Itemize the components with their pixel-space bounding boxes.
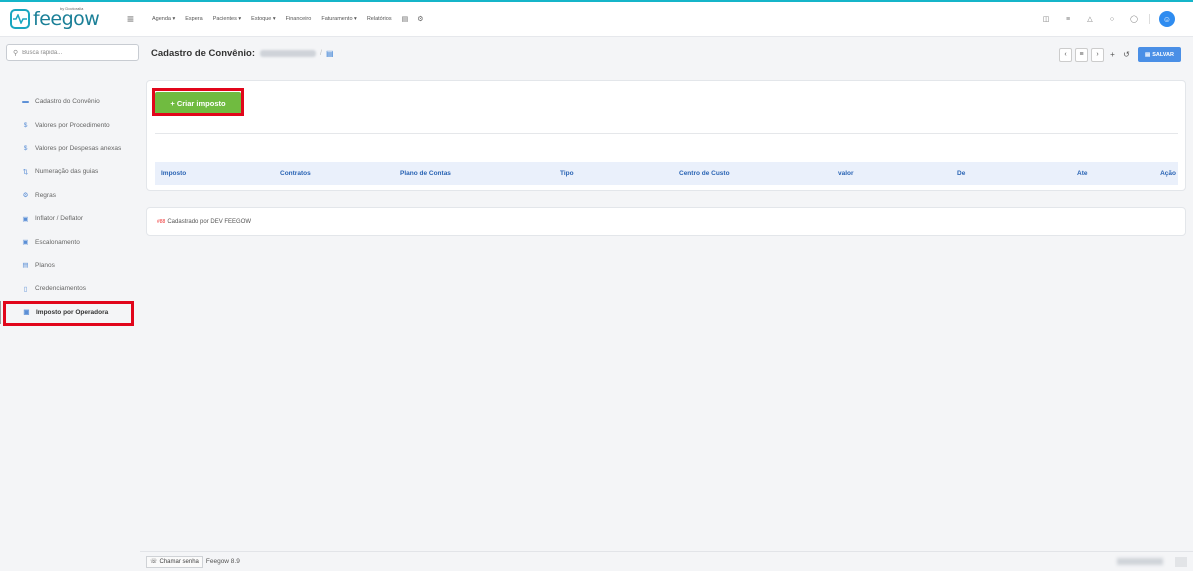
sidebar-item-cadastro-convenio[interactable]: ▬ Cadastro do Convênio — [0, 90, 140, 113]
bell-icon[interactable]: △ — [1081, 11, 1099, 27]
list-alt-icon: ▤ — [22, 262, 29, 270]
user-badge: #88 — [157, 218, 166, 225]
tax-table-header: Imposto Contratos Plano de Contas Tipo C… — [155, 162, 1178, 185]
main-nav: Agenda ▾ Espera Pacientes ▾ Estoque ▾ Fi… — [152, 15, 432, 23]
nav-faturamento[interactable]: Faturamento ▾ — [321, 16, 356, 22]
list-icon[interactable]: ≡ — [1075, 47, 1088, 62]
pulse-icon — [10, 9, 30, 29]
version-label: Feegow 8.9 — [205, 558, 240, 565]
sidebar-item-regras[interactable]: ⚙ Regras — [0, 184, 140, 207]
dollar-icon: $ — [23, 121, 28, 129]
page-header: Cadastro de Convênio: / ▤ — [151, 48, 334, 59]
column-header: Plano de Contas — [400, 170, 451, 177]
record-toolbar: ‹ ≡ › + ↺ ▤ SALVAR — [1056, 47, 1181, 62]
redacted-status — [1117, 558, 1163, 565]
column-header: De — [957, 170, 966, 177]
save-icon: ▤ — [1145, 51, 1151, 58]
sidebar-item-label: Credenciamentos — [35, 285, 86, 293]
status-bar: ☏ Chamar senha Feegow 8.9 — [140, 551, 1193, 571]
column-header: valor — [838, 170, 854, 177]
logo[interactable]: feegow by Doctoralia — [10, 6, 120, 30]
page-title: Cadastro de Convênio: — [151, 48, 255, 59]
card-icon: ▬ — [22, 98, 29, 106]
quick-search[interactable]: ⚲ — [6, 44, 139, 61]
column-header: Ação — [1160, 170, 1176, 177]
cogs-icon: ⚙ — [22, 192, 29, 200]
file-icon: ▯ — [23, 285, 28, 293]
nav-pacientes[interactable]: Pacientes ▾ — [213, 16, 241, 22]
audit-info: #88 Cadastrado por DEV FEEGOW — [146, 207, 1186, 236]
sidebar-item-label: Valores por Despesas anexas — [35, 144, 122, 152]
sidebar: ▬ Cadastro do Convênio $ Valores por Pro… — [0, 90, 140, 324]
dollar-icon: $ — [23, 144, 28, 152]
sidebar-item-label: Planos — [35, 261, 55, 269]
menu-icon[interactable]: ≡ — [127, 12, 147, 26]
tax-panel: + Criar imposto Imposto Contratos Plano … — [146, 80, 1186, 191]
calculator-icon[interactable]: ▤ — [402, 15, 409, 23]
sidebar-item-label: Escalonamento — [35, 238, 80, 246]
column-header: Imposto — [161, 170, 187, 177]
nav-estoque[interactable]: Estoque ▾ — [251, 16, 275, 22]
column-header: Tipo — [560, 170, 574, 177]
logo-byline: by Doctoralia — [60, 6, 84, 11]
sidebar-item-planos[interactable]: ▤ Planos — [0, 254, 140, 277]
sort-numeric-icon: ⇅ — [22, 168, 29, 176]
settings-icon[interactable]: ⚙ — [417, 15, 423, 23]
card-icon: ▤ — [325, 49, 334, 58]
sidebar-item-label: Regras — [35, 191, 56, 199]
sidebar-item-escalonamento[interactable]: ▣ Escalonamento — [0, 230, 140, 253]
sidebar-item-numeracao-guias[interactable]: ⇅ Numeração das guias — [0, 160, 140, 183]
header-actions: ◫ ≡ △ ○ ◯ ☺ — [1033, 11, 1175, 27]
sidebar-item-inflator-deflator[interactable]: ▣ Inflator / Deflator — [0, 207, 140, 230]
headset-icon: ☏ — [150, 559, 158, 565]
sidebar-item-valores-procedimento[interactable]: $ Valores por Procedimento — [0, 113, 140, 136]
sidebar-item-label: Valores por Procedimento — [35, 121, 110, 129]
sidebar-item-label: Cadastro do Convênio — [35, 98, 100, 106]
help-icon[interactable]: ◯ — [1125, 11, 1143, 27]
column-header: Contratos — [280, 170, 311, 177]
chat-icon[interactable]: ○ — [1103, 11, 1121, 27]
nav-espera[interactable]: Espera — [185, 16, 202, 22]
user-avatar-icon[interactable]: ☺ — [1159, 11, 1175, 27]
divider — [1149, 14, 1150, 24]
call-ticket-button[interactable]: ☏ Chamar senha — [146, 555, 203, 568]
highlight-box — [152, 88, 244, 116]
redacted-status-icon — [1175, 557, 1187, 567]
sidebar-item-credenciamentos[interactable]: ▯ Credenciamentos — [0, 277, 140, 300]
title-separator: / — [320, 50, 322, 57]
save-button[interactable]: ▤ SALVAR — [1138, 47, 1181, 62]
sidebar-item-valores-despesas[interactable]: $ Valores por Despesas anexas — [0, 137, 140, 160]
divider — [155, 133, 1178, 134]
money-icon: ▣ — [22, 239, 29, 247]
column-header: Centro de Custo — [679, 170, 730, 177]
nav-relatorios[interactable]: Relatórios — [367, 16, 392, 22]
highlight-box — [3, 301, 134, 326]
search-input[interactable] — [22, 49, 133, 56]
redacted-name — [260, 50, 316, 57]
next-icon[interactable]: › — [1091, 47, 1104, 62]
history-icon[interactable]: ↺ — [1121, 48, 1132, 62]
add-icon[interactable]: + — [1107, 48, 1118, 62]
top-navbar: feegow by Doctoralia ≡ Agenda ▾ Espera P… — [0, 0, 1193, 37]
money-icon: ▣ — [22, 215, 29, 223]
nav-agenda[interactable]: Agenda ▾ — [152, 16, 175, 22]
column-header: Ate — [1077, 170, 1088, 177]
sidebar-item-label: Inflator / Deflator — [35, 215, 84, 223]
search-icon: ⚲ — [13, 49, 19, 57]
inbox-icon[interactable]: ◫ — [1037, 11, 1055, 27]
logo-text: feegow — [33, 8, 100, 30]
previous-icon[interactable]: ‹ — [1059, 47, 1072, 62]
sidebar-item-label: Numeração das guias — [35, 168, 99, 176]
save-label: SALVAR — [1152, 51, 1174, 58]
audit-text: Cadastrado por DEV FEEGOW — [167, 218, 252, 225]
nav-financeiro[interactable]: Financeiro — [286, 16, 312, 22]
list-icon[interactable]: ≡ — [1059, 11, 1077, 27]
call-ticket-label: Chamar senha — [159, 558, 199, 565]
